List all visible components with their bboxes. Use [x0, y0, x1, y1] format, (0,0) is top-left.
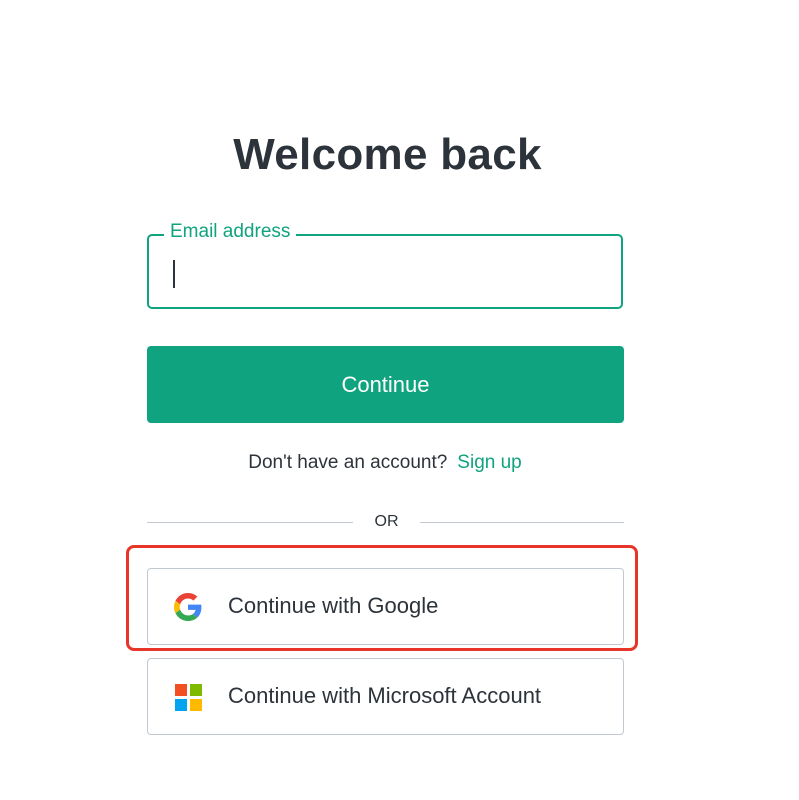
- signup-link[interactable]: Sign up: [457, 452, 521, 473]
- microsoft-icon-blue-square: [175, 699, 187, 711]
- google-icon: [174, 593, 202, 621]
- divider-line-left: [147, 522, 353, 523]
- login-page: Welcome back Email address Continue Don'…: [0, 0, 799, 800]
- email-field-container[interactable]: Email address: [147, 221, 623, 309]
- google-button-label: Continue with Google: [228, 593, 439, 618]
- microsoft-icon: [175, 684, 202, 711]
- email-field-label: Email address: [164, 221, 297, 243]
- page-title: Welcome back: [233, 130, 542, 179]
- divider-or-text: OR: [374, 513, 399, 530]
- signup-prompt-row: Don't have an account? Sign up: [0, 452, 770, 474]
- microsoft-icon-red-square: [175, 684, 187, 696]
- microsoft-icon-yellow-square: [190, 699, 202, 711]
- continue-button[interactable]: Continue: [147, 346, 624, 423]
- signup-prompt-text: Don't have an account?: [248, 452, 448, 473]
- continue-with-microsoft-button[interactable]: Continue with Microsoft Account: [147, 658, 624, 735]
- microsoft-button-label: Continue with Microsoft Account: [228, 683, 542, 708]
- email-field[interactable]: [163, 250, 607, 296]
- continue-with-google-button[interactable]: Continue with Google: [147, 568, 624, 645]
- divider-line-right: [420, 522, 624, 523]
- text-caret: [173, 260, 175, 288]
- microsoft-icon-green-square: [190, 684, 202, 696]
